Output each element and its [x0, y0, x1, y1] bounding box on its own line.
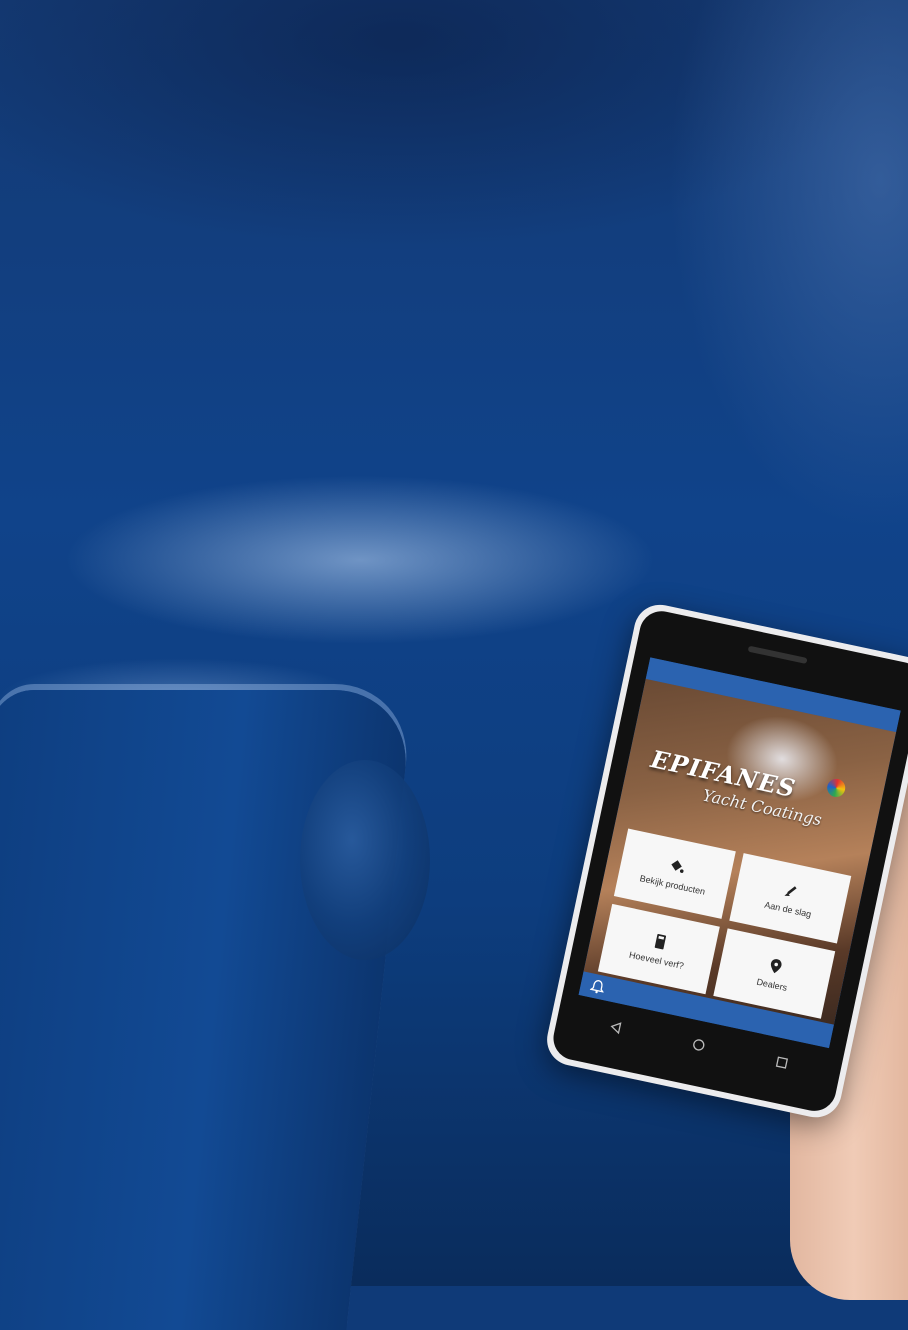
calculator-icon	[654, 933, 667, 949]
paint-bucket-icon	[671, 859, 684, 873]
phone-speaker	[747, 645, 808, 664]
paintbrush-icon	[784, 885, 797, 896]
tile-aan-de-slag[interactable]: Aan de slag	[729, 853, 852, 944]
app-screen: EPIFANES Yacht Coatings Bekijk producten	[578, 657, 901, 1049]
brand-logo-icon	[825, 777, 847, 799]
tile-label: Dealers	[755, 976, 789, 993]
home-icon[interactable]	[690, 1037, 707, 1054]
recents-icon[interactable]	[774, 1054, 791, 1071]
hero-image: EPIFANES Yacht Coatings Bekijk producten	[583, 678, 897, 1026]
back-icon[interactable]	[607, 1019, 624, 1036]
bell-icon[interactable]	[589, 978, 606, 995]
tile-bekijk-producten[interactable]: Bekijk producten	[613, 828, 736, 919]
tile-label: Bekijk producten	[638, 872, 707, 897]
tile-label: Hoeveel verf?	[628, 949, 685, 971]
tile-label: Aan de slag	[763, 899, 813, 919]
location-pin-icon	[771, 958, 782, 973]
hull-fitting	[300, 760, 430, 960]
